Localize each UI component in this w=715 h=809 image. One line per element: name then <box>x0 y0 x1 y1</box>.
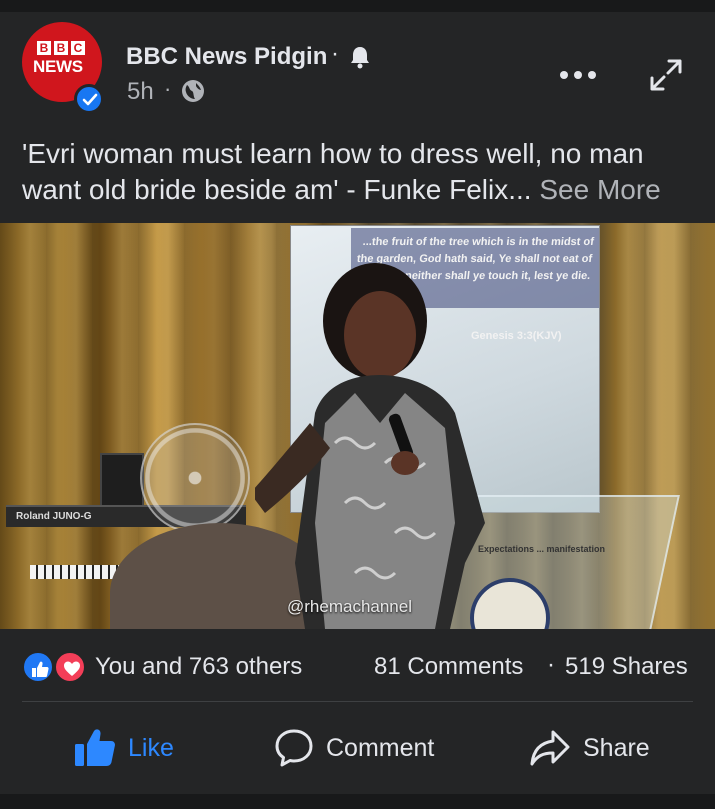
bell-icon[interactable] <box>349 45 371 74</box>
name-separator: · <box>331 40 339 67</box>
page-name[interactable]: BBC News Pidgin <box>126 43 327 71</box>
shares-count[interactable]: 519 Shares <box>565 653 688 681</box>
video-watermark: @rhemachannel <box>287 597 412 616</box>
like-reaction-icon[interactable] <box>22 651 54 683</box>
meta-separator: · <box>164 76 172 101</box>
expand-icon[interactable] <box>648 57 684 93</box>
feed-gap <box>0 794 715 809</box>
news-logo-text: NEWS <box>33 57 83 76</box>
globe-icon <box>181 79 205 108</box>
like-button[interactable]: Like <box>74 722 174 774</box>
comment-label: Comment <box>326 733 435 762</box>
see-more-link[interactable]: See More <box>539 174 660 205</box>
bbc-logo: B B C <box>37 41 85 55</box>
keyboard-keys <box>30 565 120 579</box>
post-text: 'Evri woman must learn how to dress well… <box>22 136 702 208</box>
comment-bubble-icon <box>275 729 313 767</box>
like-label: Like <box>128 733 174 762</box>
comments-count[interactable]: 81 Comments <box>374 653 523 681</box>
love-reaction-icon[interactable] <box>54 651 86 683</box>
more-dots-icon[interactable] <box>558 63 598 87</box>
fan-image <box>140 423 250 533</box>
video-player[interactable]: ...the fruit of the tree which is in the… <box>0 223 715 629</box>
divider <box>22 701 693 702</box>
share-arrow-icon <box>530 730 570 766</box>
reactions-summary[interactable]: You and 763 others <box>95 653 302 681</box>
comment-button[interactable]: Comment <box>274 722 434 774</box>
speaker-woman-figure <box>255 263 485 629</box>
verified-badge-icon <box>74 84 104 114</box>
keyboard-label: Roland JUNO-G <box>16 511 92 522</box>
share-button[interactable]: Share <box>529 722 650 774</box>
stats-separator: · <box>547 651 555 678</box>
share-label: Share <box>583 733 650 762</box>
thumbs-up-icon <box>75 729 115 766</box>
status-strip <box>0 0 715 12</box>
post-time[interactable]: 5h <box>127 78 154 106</box>
